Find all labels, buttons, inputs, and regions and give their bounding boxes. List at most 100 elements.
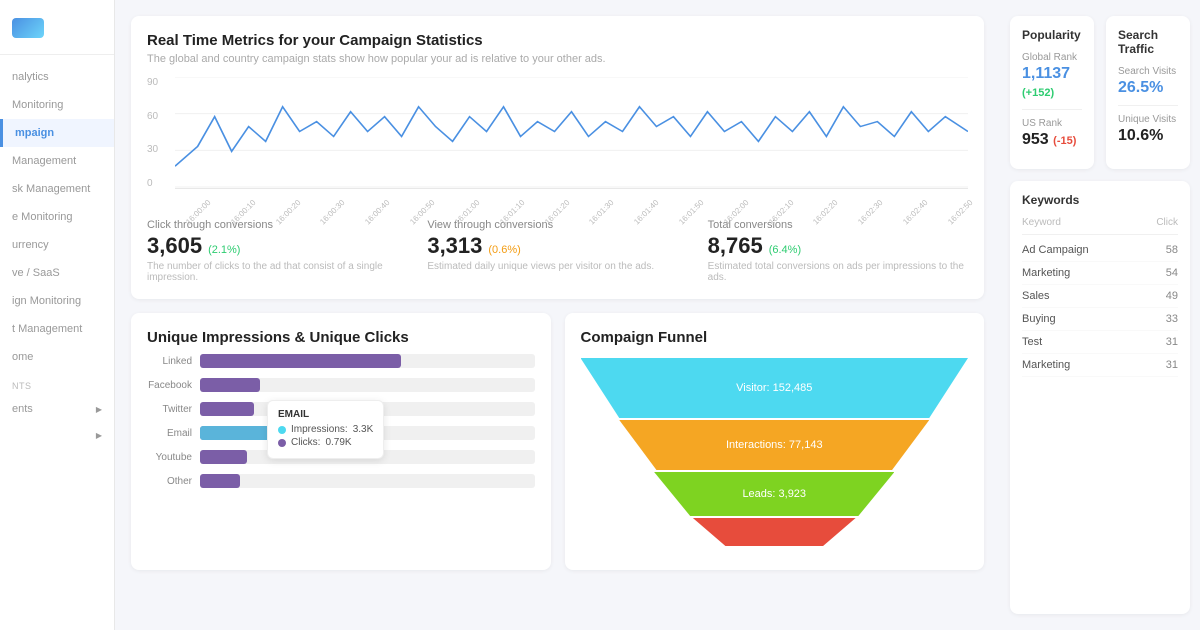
sidebar-item-risk-management[interactable]: sk Management: [0, 175, 114, 203]
bar-label-other: Other: [147, 476, 192, 487]
stat-divider-1: [1022, 109, 1082, 110]
metric-view-through-value: 3,313 (0.6%): [427, 233, 687, 259]
kw-click-2: 49: [1166, 290, 1178, 302]
popularity-card: Popularity Global Rank 1,1137 (+152) US …: [1010, 16, 1094, 169]
metric-view-through: View through conversions 3,313 (0.6%) Es…: [427, 219, 687, 283]
funnel-card: Compaign Funnel Visitor: 152,485 Interac…: [565, 313, 985, 570]
global-rank-value: 1,1137 (+152): [1022, 65, 1082, 101]
sidebar-item-e-monitoring[interactable]: e Monitoring: [0, 203, 114, 231]
search-visits-row: Search Visits 26.5%: [1118, 66, 1178, 97]
dot-cyan-icon: [278, 426, 286, 434]
popularity-title: Popularity: [1022, 28, 1082, 42]
funnel-title: Compaign Funnel: [581, 329, 969, 346]
dot-purple-icon: [278, 439, 286, 447]
global-rank-row: Global Rank 1,1137 (+152): [1022, 52, 1082, 101]
tooltip-impressions: Impressions: 3.3K: [278, 424, 373, 435]
kw-click-3: 33: [1166, 313, 1178, 325]
search-traffic-title: Search Traffic: [1118, 28, 1178, 56]
sidebar-item-ome[interactable]: ome: [0, 343, 114, 371]
sidebar-item-campaign[interactable]: mpaign: [0, 119, 114, 147]
keywords-title: Keywords: [1022, 193, 1178, 207]
bar-track-facebook: [200, 378, 535, 392]
page-title: Real Time Metrics for your Campaign Stat…: [147, 32, 968, 49]
sidebar-item-currency[interactable]: urrency: [0, 231, 114, 259]
bar-row-linked: Linked: [147, 354, 535, 368]
unique-visits-row: Unique Visits 10.6%: [1118, 114, 1178, 145]
sidebar-item-ents[interactable]: ents ▶: [0, 395, 114, 423]
kw-click-1: 54: [1166, 267, 1178, 279]
metric-total-desc: Estimated total conversions on ads per i…: [708, 261, 968, 283]
line-chart-container: 0 30 60 90 16:00:00 16:00:10: [147, 77, 968, 207]
kw-name-1: Marketing: [1022, 267, 1070, 279]
line-chart-svg: [175, 77, 968, 188]
us-rank-row: US Rank 953 (-15): [1022, 118, 1082, 149]
funnel-bottom: [693, 518, 856, 546]
metric-click-through-desc: The number of clicks to the ad that cons…: [147, 261, 407, 283]
sidebar-item-extra[interactable]: ▶: [0, 423, 114, 448]
sidebar-item-management[interactable]: Management: [0, 147, 114, 175]
kw-name-4: Test: [1022, 336, 1042, 348]
bar-fill-twitter: [200, 402, 254, 416]
bar-label-linked: Linked: [147, 356, 192, 367]
sidebar-item-saas[interactable]: ve / SaaS: [0, 259, 114, 287]
sidebar: nalytics Monitoring mpaign Management sk…: [0, 0, 115, 630]
kw-name-5: Marketing: [1022, 359, 1070, 371]
sidebar-item-monitoring[interactable]: Monitoring: [0, 91, 114, 119]
keywords-card: Keywords Keyword Click Ad Campaign 58 Ma…: [1010, 181, 1190, 614]
page-subtitle: The global and country campaign stats sh…: [147, 53, 968, 65]
bar-tooltip: EMAIL Impressions: 3.3K Clicks: 0.79K: [267, 400, 384, 459]
sidebar-item-analytics[interactable]: nalytics: [0, 63, 114, 91]
metric-view-through-desc: Estimated daily unique views per visitor…: [427, 261, 687, 272]
kw-click-0: 58: [1166, 244, 1178, 256]
metric-total-value: 8,765 (6.4%): [708, 233, 968, 259]
global-rank-change: (+152): [1022, 87, 1054, 99]
metrics-row: Click through conversions 3,605 (2.1%) T…: [147, 219, 968, 283]
bar-track-other: [200, 474, 535, 488]
search-visits-label: Search Visits: [1118, 66, 1178, 77]
sidebar-item-t-management[interactable]: t Management: [0, 315, 114, 343]
funnel-leads: Leads: 3,923: [654, 472, 894, 516]
kw-row-3: Buying 33: [1022, 308, 1178, 331]
bar-fill-other: [200, 474, 240, 488]
kw-row-4: Test 31: [1022, 331, 1178, 354]
stat-cards-row: Popularity Global Rank 1,1137 (+152) US …: [1010, 16, 1190, 169]
campaign-stats-card: Real Time Metrics for your Campaign Stat…: [131, 16, 984, 299]
bar-fill-youtube: [200, 450, 247, 464]
kw-name-2: Sales: [1022, 290, 1050, 302]
kw-row-0: Ad Campaign 58: [1022, 239, 1178, 262]
metric-click-through-badge: (2.1%): [208, 244, 240, 256]
sidebar-item-ign-monitoring[interactable]: ign Monitoring: [0, 287, 114, 315]
funnel-visitor: Visitor: 152,485: [581, 358, 969, 418]
metric-total-conversions: Total conversions 8,765 (6.4%) Estimated…: [708, 219, 968, 283]
metric-view-through-label: View through conversions: [427, 219, 687, 231]
metric-click-through-value: 3,605 (2.1%): [147, 233, 407, 259]
bottom-row: Unique Impressions & Unique Clicks Linke…: [131, 313, 984, 584]
keywords-list: Ad Campaign 58 Marketing 54 Sales 49 Buy…: [1022, 239, 1178, 377]
chart-y-axis: 0 30 60 90: [147, 77, 175, 207]
metric-view-through-badge: (0.6%): [488, 244, 520, 256]
impressions-card: Unique Impressions & Unique Clicks Linke…: [131, 313, 551, 570]
chart-area: [175, 77, 968, 189]
kw-col-keyword: Keyword: [1022, 217, 1061, 228]
main-content: Real Time Metrics for your Campaign Stat…: [115, 0, 1000, 630]
keywords-header: Keyword Click: [1022, 217, 1178, 235]
stat-divider-2: [1118, 105, 1178, 106]
metric-total-label: Total conversions: [708, 219, 968, 231]
bar-row-other: Other: [147, 474, 535, 488]
metric-click-through: Click through conversions 3,605 (2.1%) T…: [147, 219, 407, 283]
funnel-interactions: Interactions: 77,143: [619, 420, 929, 470]
unique-visits-value: 10.6%: [1118, 127, 1178, 145]
kw-col-click: Click: [1156, 217, 1178, 228]
kw-click-4: 31: [1166, 336, 1178, 348]
bar-fill-facebook: [200, 378, 260, 392]
chevron-right-icon: ▶: [96, 405, 102, 414]
kw-name-3: Buying: [1022, 313, 1056, 325]
search-visits-value: 26.5%: [1118, 79, 1178, 97]
us-rank-value: 953 (-15): [1022, 131, 1082, 149]
us-rank-label: US Rank: [1022, 118, 1082, 129]
bar-label-youtube: Youtube: [147, 452, 192, 463]
metric-total-badge: (6.4%): [769, 244, 801, 256]
chart-x-axis: 16:00:00 16:00:10 16:00:20 16:00:30 16:0…: [175, 189, 968, 207]
us-rank-change: (-15): [1053, 135, 1076, 147]
bar-label-email: Email: [147, 428, 192, 439]
